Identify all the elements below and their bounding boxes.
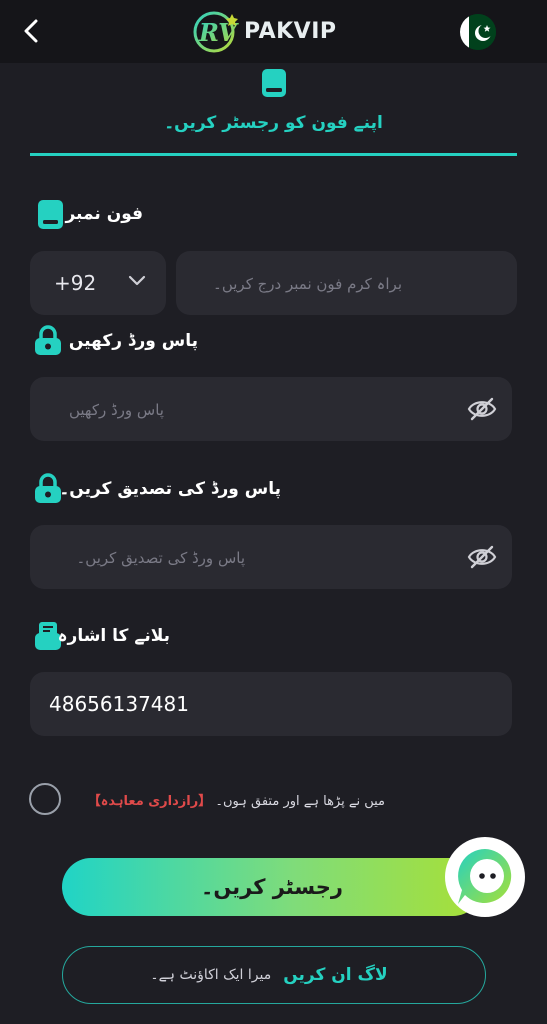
login-button[interactable]: لاگ ان کریں میرا ایک اکاؤنٹ ہے۔ (62, 946, 486, 1004)
agreement-checkbox[interactable] (29, 783, 61, 815)
chevron-down-icon (128, 275, 146, 286)
invite-code-input[interactable]: 48656137481 (30, 672, 512, 736)
invite-code-label: بلانے کا اشارہ (57, 626, 170, 646)
phone-placeholder: براہ کرم فون نمبر درج کریں۔ (213, 275, 402, 293)
rv-logo-icon: RV (193, 11, 239, 53)
top-bar: RV PAKVIP (0, 0, 547, 63)
brand-logo: RV PAKVIP (190, 6, 360, 56)
login-prompt-text: میرا ایک اکاؤنٹ ہے۔ (150, 967, 272, 983)
back-button[interactable] (14, 14, 48, 48)
confirm-password-input[interactable]: پاس ورڈ کی تصدیق کریں۔ (30, 525, 512, 589)
register-label: رجسٹر کریں۔ (201, 875, 343, 899)
chat-bubble-icon (458, 849, 512, 904)
chevron-left-icon (24, 19, 38, 43)
pakistan-flag-icon[interactable] (460, 14, 496, 50)
country-code-select[interactable]: +92 (30, 251, 166, 315)
phone-icon (262, 69, 286, 97)
phone-label: فون نمبر (65, 204, 143, 224)
privacy-agreement-link[interactable]: 【رازداری معاہدہ】 (88, 794, 212, 809)
tab-underline (30, 153, 517, 156)
brand-name: PAKVIP (244, 18, 337, 44)
password-input[interactable]: پاس ورڈ رکھیں (30, 377, 512, 441)
confirm-password-label: پاس ورڈ کی تصدیق کریں۔ (59, 479, 281, 499)
confirm-password-placeholder: پاس ورڈ کی تصدیق کریں۔ (76, 549, 245, 567)
eye-off-icon[interactable] (467, 396, 497, 422)
lock-icon (35, 325, 61, 355)
password-label: پاس ورڈ رکھیں (68, 331, 198, 351)
agreement-line: میں نے پڑھا ہے اور متفق ہوں۔ 【رازداری مع… (80, 790, 385, 810)
password-placeholder: پاس ورڈ رکھیں (68, 401, 164, 419)
phone-icon (38, 200, 63, 229)
register-button[interactable]: رجسٹر کریں۔ (62, 858, 482, 916)
country-code-value: +92 (54, 271, 97, 295)
phone-input[interactable]: براہ کرم فون نمبر درج کریں۔ (176, 251, 517, 315)
tab-register-phone[interactable]: اپنے فون کو رجسٹر کریں۔ (0, 112, 547, 133)
agreement-text: میں نے پڑھا ہے اور متفق ہوں۔ (215, 794, 385, 809)
invite-code-value: 48656137481 (49, 692, 189, 716)
eye-off-icon[interactable] (467, 544, 497, 570)
login-link[interactable]: لاگ ان کریں (283, 965, 387, 985)
chat-support-button[interactable] (445, 837, 525, 917)
